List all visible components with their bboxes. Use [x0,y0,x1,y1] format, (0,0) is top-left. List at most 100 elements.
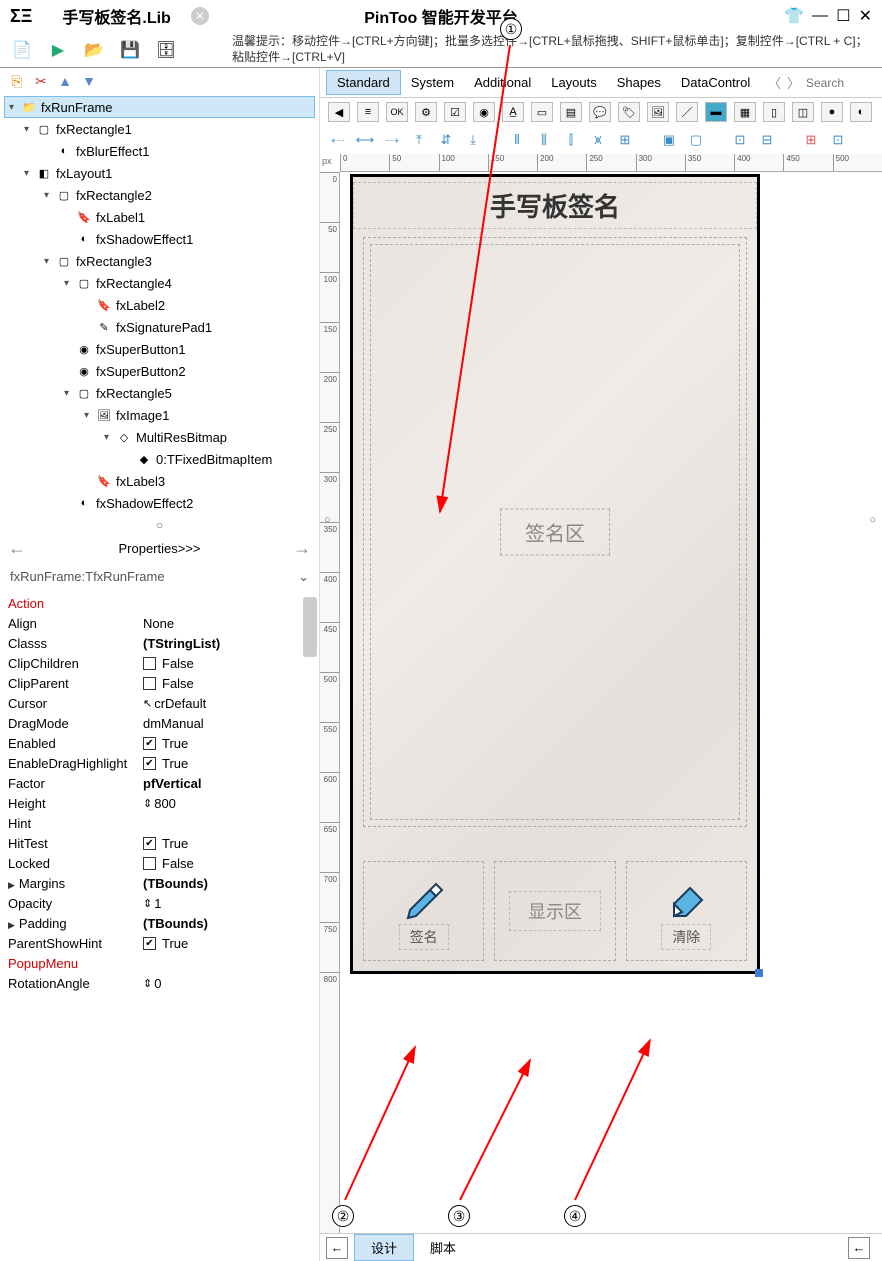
design-area[interactable]: px 050100150200250300350400450500 050100… [320,154,882,1233]
dist-h-icon[interactable]: ⫴ [507,130,527,150]
send-back-icon[interactable]: ▢ [686,130,706,150]
prop-Opacity[interactable]: Opacity⇕1 [8,893,311,913]
tree-node-fxLabel2[interactable]: 🔖fxLabel2 [4,294,315,316]
comp-edit-icon[interactable]: ▭ [531,102,553,122]
prop-Classs[interactable]: Classs(TStringList) [8,633,311,653]
inspector-dropdown-icon[interactable]: ⌄ [298,569,309,585]
open-button[interactable]: 📂 [82,38,106,62]
dist-v-icon[interactable]: ⫼ [534,130,554,150]
design-canvas[interactable]: 手写板签名 签名区 签名 显示区 清除 [350,174,760,974]
tab-standard[interactable]: Standard [326,70,401,95]
prop-HitTest[interactable]: HitTest✔True [8,833,311,853]
tab-script[interactable]: 脚本 [414,1235,472,1260]
comp-tag-icon[interactable]: 🏷 [618,102,640,122]
tree-node-fxRectangle2[interactable]: ▾▢fxRectangle2 [4,184,315,206]
tree-node-fxBlurEffect1[interactable]: ◐fxBlurEffect1 [4,140,315,162]
close-tab-icon[interactable]: ✕ [191,7,209,25]
scrollbar-thumb[interactable] [303,597,317,657]
db-button[interactable]: 🗄 [154,38,178,62]
prop-Cursor[interactable]: Cursor↖crDefault [8,693,311,713]
same-width-icon[interactable]: ⫿ [561,130,581,150]
search-input[interactable] [806,76,876,90]
collapse-right-icon[interactable]: ← [848,1237,870,1259]
run-button[interactable]: ▶ [46,38,70,62]
comp-progress-icon[interactable]: ▬ [705,102,727,122]
comp-split-icon[interactable]: ◫ [792,102,814,122]
comp-gear-icon[interactable]: ⚙ [415,102,437,122]
prop-Align[interactable]: AlignNone [8,613,311,633]
tree-node-fxShadowEffect1[interactable]: ◐fxShadowEffect1 [4,228,315,250]
comp-radio-icon[interactable]: ◉ [473,102,495,122]
tree-down-icon[interactable]: ▼ [80,72,98,90]
align-middle-icon[interactable]: ⇵ [436,130,456,150]
same-size-icon[interactable]: ⊞ [615,130,635,150]
clear-button[interactable]: 清除 [626,861,747,961]
prop-Padding[interactable]: Padding(TBounds) [8,913,311,933]
component-tree[interactable]: ▾📁fxRunFrame▾▢fxRectangle1◐fxBlurEffect1… [0,94,319,516]
tab-system[interactable]: System [401,71,464,94]
handle-right-icon[interactable]: ○ [869,514,876,526]
comp-speech-icon[interactable]: 💬 [589,102,611,122]
prop-PopupMenu[interactable]: PopupMenu [8,953,311,973]
comp-panel-icon[interactable]: ▯ [763,102,785,122]
prop-Locked[interactable]: LockedFalse [8,853,311,873]
tree-node-fxSignaturePad1[interactable]: ✎fxSignaturePad1 [4,316,315,338]
comp-menu-icon[interactable]: ≡ [357,102,379,122]
tree-node-fxRectangle4[interactable]: ▾▢fxRectangle4 [4,272,315,294]
tab-prev-icon[interactable]: 〈 [768,73,781,92]
prop-Margins[interactable]: Margins(TBounds) [8,873,311,893]
comp-image-icon[interactable]: 🖼 [647,102,669,122]
tab-next-icon[interactable]: 〉 [787,73,800,92]
prop-Height[interactable]: Height⇕800 [8,793,311,813]
align-center-h-icon[interactable]: ⟷ [355,130,375,150]
prop-ClipParent[interactable]: ClipParentFalse [8,673,311,693]
tree-node-MultiResBitmap[interactable]: ▾◇MultiResBitmap [4,426,315,448]
handle-left-icon[interactable]: ○ [324,514,331,526]
selection-handle[interactable] [755,969,763,977]
prop-Factor[interactable]: FactorpfVertical [8,773,311,793]
close-icon[interactable]: ✕ [859,6,872,26]
maximize-icon[interactable]: ☐ [836,6,850,26]
minimize-icon[interactable]: — [812,7,828,25]
tree-node-fxLabel1[interactable]: 🔖fxLabel1 [4,206,315,228]
new-button[interactable]: 📄 [10,38,34,62]
comp-memo-icon[interactable]: ▤ [560,102,582,122]
comp-ok-icon[interactable]: OK [386,102,408,122]
save-button[interactable]: 💾 [118,38,142,62]
display-area[interactable]: 显示区 [494,861,615,961]
prop-Enabled[interactable]: Enabled✔True [8,733,311,753]
group-icon[interactable]: ⊡ [730,130,750,150]
tree-node-0:TFixedBitmapItem[interactable]: ◆0:TFixedBitmapItem [4,448,315,470]
sign-button[interactable]: 签名 [363,861,484,961]
tree-node-fxRectangle3[interactable]: ▾▢fxRectangle3 [4,250,315,272]
align-top-icon[interactable]: ⤒ [409,130,429,150]
tree-node-fxSuperButton1[interactable]: ◉fxSuperButton1 [4,338,315,360]
tab-additional[interactable]: Additional [464,71,541,94]
arrow-tool-icon[interactable]: ◀ [328,102,350,122]
tab-shapes[interactable]: Shapes [607,71,671,94]
tree-node-fxSuperButton2[interactable]: ◉fxSuperButton2 [4,360,315,382]
prop-RotationAngle[interactable]: RotationAngle⇕0 [8,973,311,993]
prop-Hint[interactable]: Hint [8,813,311,833]
tab-design[interactable]: 设计 [354,1234,414,1261]
grid-icon[interactable]: ⊞ [801,130,821,150]
bring-front-icon[interactable]: ▣ [659,130,679,150]
snap-icon[interactable]: ⊡ [828,130,848,150]
tree-cut-icon[interactable]: ✂ [32,72,50,90]
align-right-icon[interactable]: ⤏ [382,130,402,150]
prop-ParentShowHint[interactable]: ParentShowHint✔True [8,933,311,953]
tree-node-fxLayout1[interactable]: ▾◧fxLayout1 [4,162,315,184]
prop-Action[interactable]: Action [8,593,311,613]
tab-datacontrol[interactable]: DataControl [671,71,760,94]
tree-node-fxRectangle1[interactable]: ▾▢fxRectangle1 [4,118,315,140]
property-grid[interactable]: ActionAlignNoneClasss(TStringList)ClipCh… [0,591,319,1261]
comp-check-icon[interactable]: ☑ [444,102,466,122]
next-arrow-icon[interactable]: → [293,538,311,559]
prop-DragMode[interactable]: DragModedmManual [8,713,311,733]
signature-area[interactable]: 签名区 [363,237,747,827]
tree-node-fxLabel3[interactable]: 🔖fxLabel3 [4,470,315,492]
comp-tabs-icon[interactable]: ▦ [734,102,756,122]
shirt-icon[interactable]: 👕 [784,6,804,26]
tree-node-fxImage1[interactable]: ▾🖼fxImage1 [4,404,315,426]
prev-arrow-icon[interactable]: ← [8,538,26,559]
